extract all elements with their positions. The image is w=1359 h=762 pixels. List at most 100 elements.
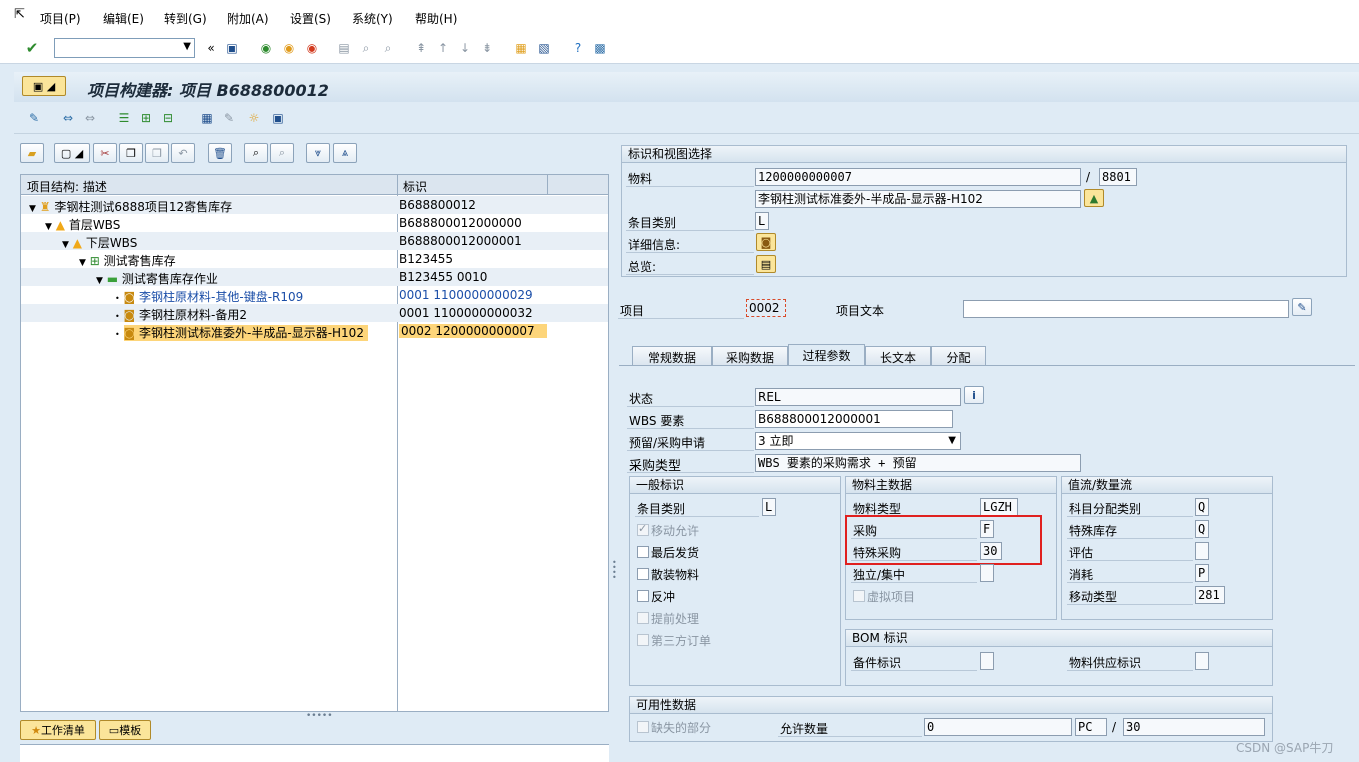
material-desc-field[interactable]: 李钢柱测试标准委外-半成品-显示器-H102	[755, 190, 1081, 208]
command-field[interactable]: ▼	[54, 38, 195, 58]
cut-button[interactable]: ✂	[93, 143, 117, 163]
detail-button[interactable]: ◙	[756, 233, 776, 251]
settings-icon[interactable]: ☼	[246, 110, 262, 126]
backflush-checkbox[interactable]	[637, 590, 649, 602]
tree-row[interactable]: ▼ ▲ 下层WBS B688800012000001	[21, 232, 608, 250]
item-cat-field[interactable]: L	[755, 212, 769, 230]
network-icon[interactable]: ⊟	[160, 110, 176, 126]
wbs-field[interactable]: B688800012000001	[755, 410, 953, 428]
special-stock-field[interactable]: Q	[1195, 520, 1209, 538]
back-icon[interactable]: ◉	[258, 40, 274, 56]
acct-assign-field[interactable]: Q	[1195, 498, 1209, 516]
exit-icon[interactable]: ◉	[281, 40, 297, 56]
find-next-button[interactable]: ⌕	[270, 143, 294, 163]
collapse-all-icon[interactable]: ⇔	[82, 110, 98, 126]
tab-general[interactable]: 常规数据	[632, 346, 712, 365]
delete-button[interactable]: 🗑	[208, 143, 232, 163]
expand-arrow-icon[interactable]: ▼	[96, 276, 103, 286]
save-icon[interactable]: ▣	[224, 40, 240, 56]
tab-assignment[interactable]: 分配	[931, 346, 986, 365]
tree-row[interactable]: ▼ ▬ 测试寄售库存作业 B123455 0010	[21, 268, 608, 286]
tab-purchasing[interactable]: 采购数据	[712, 346, 788, 365]
find-button[interactable]: ⌕	[244, 143, 268, 163]
plant-field[interactable]: 8801	[1099, 168, 1137, 186]
dropdown-arrow-icon[interactable]: ▼	[948, 433, 956, 449]
menu-dropdown-button[interactable]: ▣ ◢	[22, 76, 66, 96]
phantom-item-checkbox[interactable]	[853, 590, 865, 602]
missing-parts-checkbox[interactable]	[637, 721, 649, 733]
tree-row[interactable]: ▼ ▲ 首层WBS B688800012000000	[21, 214, 608, 232]
find-icon[interactable]: ⌕	[358, 40, 374, 56]
spare-part-field[interactable]	[980, 652, 994, 670]
material-field[interactable]: 1200000000007	[755, 168, 1081, 186]
expand-arrow-icon[interactable]: ▼	[29, 204, 36, 214]
copy-button[interactable]: ❐	[119, 143, 143, 163]
prev-page-icon[interactable]: ↑	[435, 40, 451, 56]
vertical-splitter[interactable]: • • • •	[612, 559, 617, 582]
undo-button[interactable]: ↶	[171, 143, 195, 163]
help-icon[interactable]: ?	[570, 40, 586, 56]
movement-allowed-checkbox[interactable]: ✓	[637, 522, 649, 536]
enter-icon[interactable]: ✔	[24, 39, 40, 57]
edit-icon[interactable]: ✎	[221, 110, 237, 126]
menu-settings[interactable]: 设置(S)	[290, 10, 331, 27]
menu-system[interactable]: 系统(Y)	[352, 10, 393, 27]
movement-type-field[interactable]: 281	[1195, 586, 1225, 604]
template-button[interactable]: ▭ 模板	[99, 720, 151, 740]
worklist-button[interactable]: ★ 工作清单	[20, 720, 96, 740]
tab-process-params[interactable]: 过程参数	[788, 344, 865, 365]
purchase-type-field[interactable]: WBS 要素的采购需求 + 预留	[755, 454, 1081, 472]
menu-extras[interactable]: 附加(A)	[227, 10, 269, 27]
collapse-icon[interactable]: «	[203, 40, 219, 56]
tree-row[interactable]: • ◙ 李钢柱原材料-备用2 0001 1100000000032	[21, 304, 608, 322]
advance-processing-checkbox[interactable]	[637, 612, 649, 624]
paste-button[interactable]: ❐	[145, 143, 169, 163]
find-next-icon[interactable]: ⌕	[380, 40, 396, 56]
tree-row[interactable]: ▼ ♜ 李钢柱测试6888项目12寄售库存 B688800012	[21, 196, 608, 214]
create-button[interactable]: ▢ ◢	[54, 143, 90, 163]
tree-row[interactable]: ▼ ⊞ 测试寄售库存 B123455	[21, 250, 608, 268]
shortcut-icon[interactable]: ▧	[536, 40, 552, 56]
item-text-edit-button[interactable]: ✎	[1292, 298, 1312, 316]
material-display-button[interactable]: ▲	[1084, 189, 1104, 207]
independent-field[interactable]	[980, 564, 994, 582]
overview-button[interactable]: ▤	[756, 255, 776, 273]
item-field[interactable]: 0002	[746, 299, 786, 317]
unit-field[interactable]: PC	[1075, 718, 1107, 736]
print-icon[interactable]: ▤	[336, 40, 352, 56]
menu-goto[interactable]: 转到(G)	[164, 10, 207, 27]
structure-icon[interactable]: ⊞	[138, 110, 154, 126]
expand-down-button[interactable]: ⩔	[306, 143, 330, 163]
display-change-icon[interactable]: ✎	[26, 110, 42, 126]
menu-icon[interactable]: ⇱	[14, 7, 25, 22]
last-issue-checkbox[interactable]	[637, 546, 649, 558]
qty-field[interactable]: 0	[924, 718, 1072, 736]
expand-icon[interactable]: ⇔	[60, 110, 76, 126]
col-header-id[interactable]: 标识	[403, 178, 427, 195]
valuation-field[interactable]	[1195, 542, 1209, 560]
layout-icon[interactable]: ▩	[592, 40, 608, 56]
dropdown-arrow-icon[interactable]: ▼	[183, 41, 191, 52]
general-item-cat-field[interactable]: L	[762, 498, 776, 516]
collapse-up-button[interactable]: ⩓	[333, 143, 357, 163]
cancel-icon[interactable]: ◉	[304, 40, 320, 56]
menu-help[interactable]: 帮助(H)	[415, 10, 457, 27]
splitter-handle[interactable]: •••••	[306, 711, 333, 721]
tree-row[interactable]: • ◙ 李钢柱原材料-其他-键盘-R109 0001 1100000000029	[21, 286, 608, 304]
material-type-field[interactable]: LGZH	[980, 498, 1018, 516]
first-page-icon[interactable]: ⇞	[413, 40, 429, 56]
tree-row-selected[interactable]: • ◙ 李钢柱测试标准委外-半成品-显示器-H102 0002 12000000…	[21, 322, 608, 341]
status-field[interactable]: REL	[755, 388, 961, 406]
expand-arrow-icon[interactable]: ▼	[45, 222, 52, 232]
item-text-field[interactable]	[963, 300, 1289, 318]
new-session-icon[interactable]: ▦	[513, 40, 529, 56]
status-info-button[interactable]: i	[964, 386, 984, 404]
hierarchy-icon[interactable]: ☰	[116, 110, 132, 126]
next-page-icon[interactable]: ↓	[457, 40, 473, 56]
menu-project[interactable]: 项目(P)	[40, 10, 81, 27]
document-icon[interactable]: ▣	[270, 110, 286, 126]
table-icon[interactable]: ▦	[199, 110, 215, 126]
material-supply-field[interactable]	[1195, 652, 1209, 670]
tab-long-text[interactable]: 长文本	[865, 346, 931, 365]
bulk-material-checkbox[interactable]	[637, 568, 649, 580]
